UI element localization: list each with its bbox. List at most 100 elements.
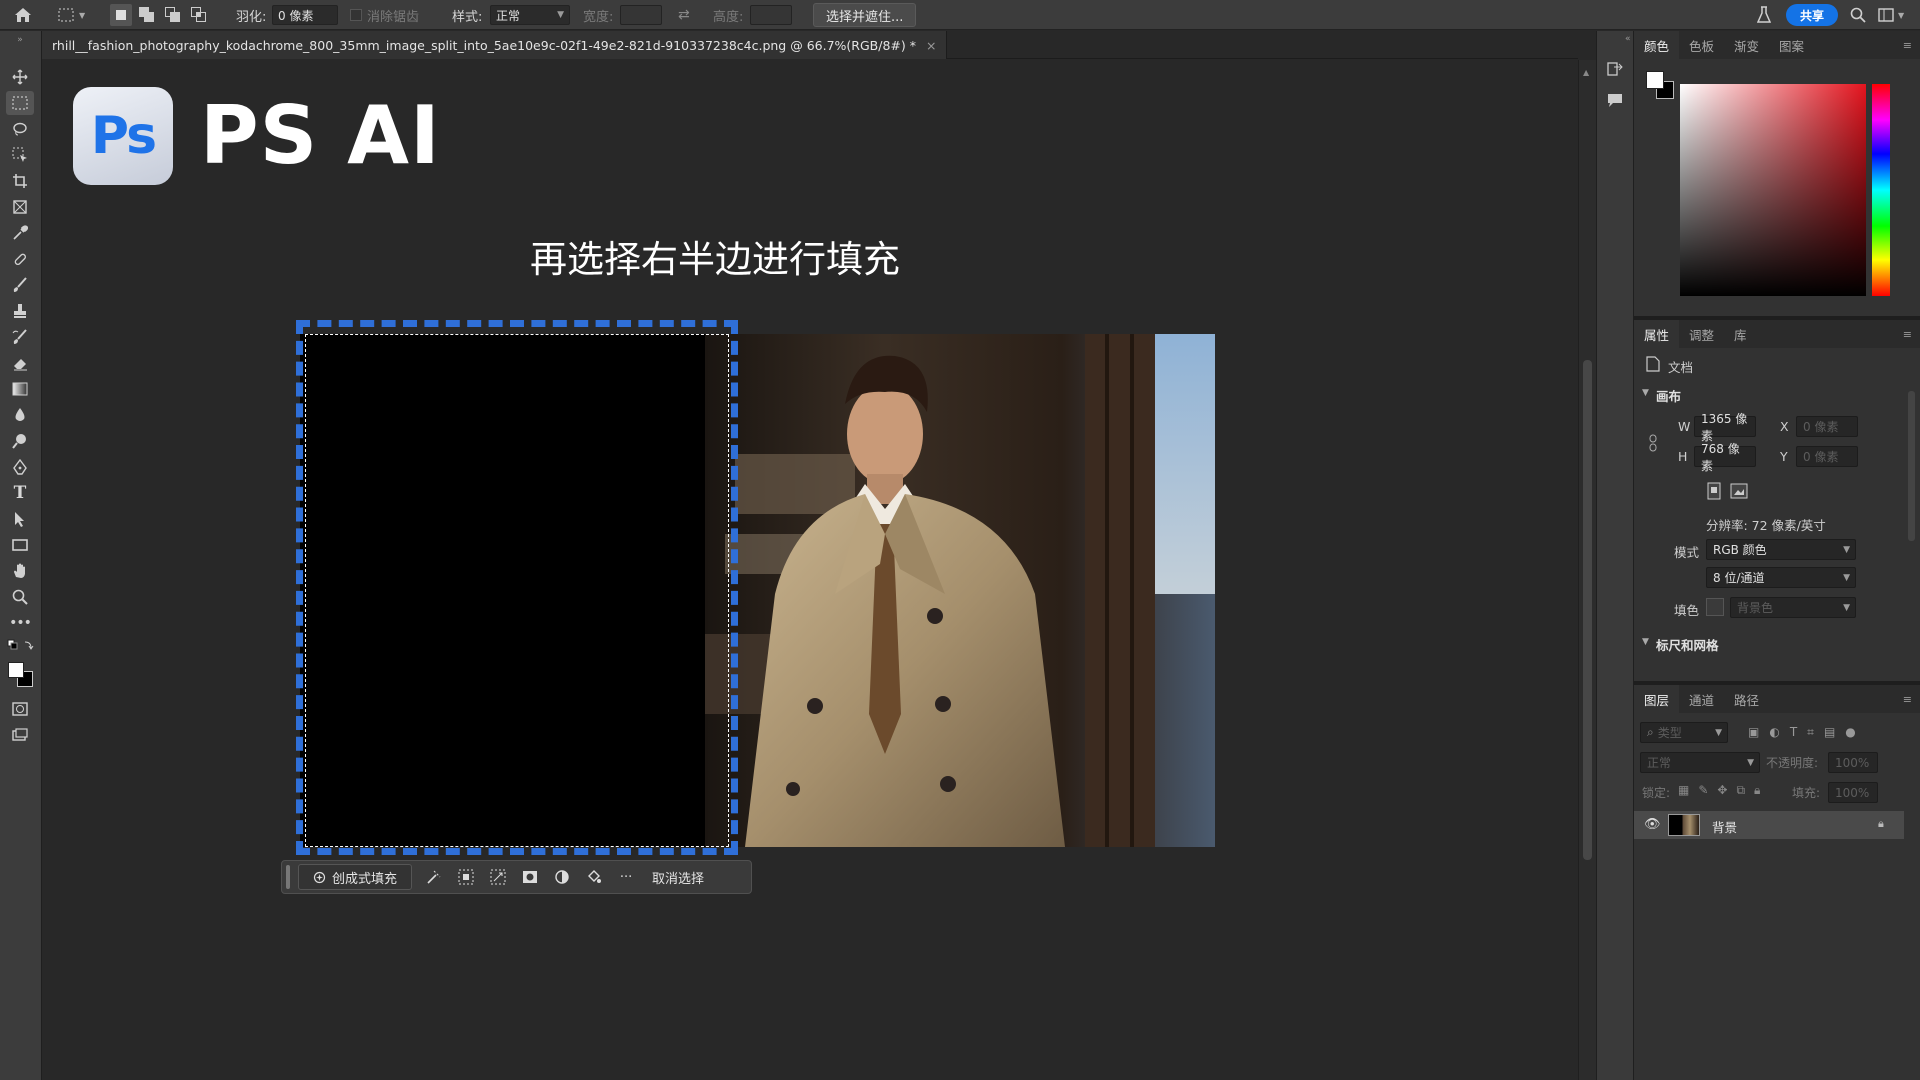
fill-opacity-input[interactable]: 100% [1828, 782, 1878, 803]
swap-dimensions-icon[interactable]: ⇄ [678, 0, 690, 30]
layer-filter-select[interactable]: ⌕ 类型 ▼ [1640, 722, 1728, 743]
tab-swatches[interactable]: 色板 [1679, 31, 1724, 59]
bit-depth-select[interactable]: 8 位/通道 ▼ [1706, 567, 1856, 588]
more-options-icon[interactable]: ··· [610, 862, 642, 892]
workspace-icon[interactable]: ▼ [1878, 0, 1904, 30]
blur-tool-icon[interactable] [6, 403, 34, 427]
filter-toggle-icon[interactable]: ● [1845, 725, 1855, 740]
tab-properties[interactable]: 属性 [1634, 320, 1680, 348]
modify-selection-icon[interactable] [418, 862, 450, 892]
hand-tool-icon[interactable] [6, 559, 34, 583]
crop-tool-icon[interactable] [6, 169, 34, 193]
width-input[interactable] [620, 5, 662, 25]
add-selection-icon[interactable] [136, 4, 158, 26]
default-colors-icon[interactable] [6, 637, 34, 655]
tab-layers[interactable]: 图层 [1634, 685, 1680, 713]
style-select[interactable]: 正常 ▼ [490, 5, 570, 25]
frame-tool-icon[interactable] [6, 195, 34, 219]
comments-panel-icon[interactable] [1606, 91, 1624, 113]
beaker-icon[interactable] [1757, 0, 1771, 30]
layer-row-background[interactable]: 👁︎ 背景 🔒︎ [1634, 811, 1904, 839]
chevron-down-icon[interactable]: ▼ [1642, 637, 1649, 647]
more-tools-icon[interactable]: ••• [6, 611, 34, 635]
home-button[interactable] [14, 0, 32, 30]
share-button[interactable]: 共享 [1786, 4, 1839, 26]
history-panel-icon[interactable] [1606, 61, 1624, 83]
type-filter-icon[interactable]: T [1790, 725, 1797, 740]
color-mode-select[interactable]: RGB 颜色 ▼ [1706, 539, 1856, 560]
tab-paths[interactable]: 路径 [1724, 685, 1769, 713]
lock-image-icon[interactable]: ✎ [1698, 783, 1708, 798]
lock-all-icon[interactable]: 🔒︎ [1754, 783, 1760, 798]
clone-stamp-tool-icon[interactable] [6, 299, 34, 323]
quick-mask-icon[interactable] [6, 697, 34, 721]
history-brush-tool-icon[interactable] [6, 325, 34, 349]
color-swatches[interactable] [1646, 71, 1676, 101]
eyedropper-tool-icon[interactable] [6, 221, 34, 245]
search-icon[interactable] [1850, 0, 1866, 30]
shape-filter-icon[interactable]: ⌗ [1807, 725, 1814, 740]
panel-menu-icon[interactable]: ≡ [1903, 693, 1912, 706]
smart-object-filter-icon[interactable]: ▤ [1824, 725, 1835, 740]
fill-color-swatch[interactable] [1706, 598, 1724, 616]
generative-fill-button[interactable]: 创成式填充 [298, 864, 413, 890]
adjustment-layer-icon[interactable] [546, 862, 578, 892]
healing-brush-tool-icon[interactable] [6, 247, 34, 271]
subtract-selection-icon[interactable] [162, 4, 184, 26]
pen-tool-icon[interactable] [6, 455, 34, 479]
rectangle-marquee-tool-icon[interactable] [6, 91, 34, 115]
type-tool-icon[interactable]: T [6, 481, 34, 505]
canvas-x-input[interactable]: 0 像素 [1796, 416, 1858, 437]
canvas-section-title[interactable]: 画布 [1656, 386, 1681, 405]
gradient-tool-icon[interactable] [6, 377, 34, 401]
antialias-checkbox[interactable]: 消除锯齿 [350, 0, 419, 30]
tab-patterns[interactable]: 图案 [1769, 31, 1814, 59]
eraser-tool-icon[interactable] [6, 351, 34, 375]
lock-position-icon[interactable]: ✥ [1717, 783, 1727, 798]
intersect-selection-icon[interactable] [188, 4, 210, 26]
tab-libraries[interactable]: 库 [1724, 320, 1757, 348]
collapse-toolbar-icon[interactable]: » [6, 35, 34, 45]
pixel-filter-icon[interactable]: ▣ [1748, 725, 1759, 740]
select-and-mask-button[interactable]: 选择并遮住... [813, 3, 917, 27]
marquee-tool-preset[interactable]: ▼ [58, 0, 85, 30]
canvas-y-input[interactable]: 0 像素 [1796, 446, 1858, 467]
properties-scrollbar[interactable] [1908, 391, 1915, 541]
panel-menu-icon[interactable]: ≡ [1903, 328, 1912, 341]
color-picker-field[interactable] [1680, 84, 1866, 296]
tab-color[interactable]: 颜色 [1634, 31, 1680, 59]
document-tab[interactable]: rhill__fashion_photography_kodachrome_80… [42, 31, 948, 59]
object-selection-tool-icon[interactable] [6, 143, 34, 167]
opacity-input[interactable]: 100% [1828, 752, 1878, 773]
panel-menu-icon[interactable]: ≡ [1903, 39, 1912, 52]
rectangle-tool-icon[interactable] [6, 533, 34, 557]
canvas-height-input[interactable]: 768 像素 [1694, 442, 1756, 473]
tab-adjustments[interactable]: 调整 [1679, 320, 1724, 348]
canvas-width-input[interactable]: 1365 像素 [1694, 412, 1756, 443]
drag-handle[interactable] [286, 865, 290, 889]
transform-selection-icon[interactable] [482, 862, 514, 892]
scrollbar-thumb[interactable] [1583, 360, 1592, 860]
fill-select[interactable]: 背景色 ▼ [1730, 597, 1856, 618]
new-selection-icon[interactable] [110, 4, 132, 26]
link-icon[interactable] [1648, 434, 1658, 456]
adjustment-filter-icon[interactable]: ◐ [1769, 725, 1779, 740]
path-selection-tool-icon[interactable] [6, 507, 34, 531]
tab-gradients[interactable]: 渐变 [1724, 31, 1769, 59]
lock-artboard-icon[interactable]: ⧉ [1736, 783, 1745, 798]
scroll-up-icon[interactable]: ▲ [1583, 68, 1589, 77]
screen-mode-icon[interactable] [6, 723, 34, 747]
brush-tool-icon[interactable] [6, 273, 34, 297]
landscape-orientation-icon[interactable] [1730, 482, 1748, 504]
height-input[interactable] [750, 5, 792, 25]
visibility-eye-icon[interactable]: 👁︎ [1644, 817, 1661, 832]
tab-channels[interactable]: 通道 [1679, 685, 1724, 713]
create-mask-icon[interactable] [514, 862, 546, 892]
select-subject-icon[interactable] [450, 862, 482, 892]
blend-mode-select[interactable]: 正常 ▼ [1640, 752, 1760, 773]
fill-selection-icon[interactable] [578, 862, 610, 892]
collapse-panels-icon[interactable]: « [1625, 34, 1631, 44]
move-tool-icon[interactable] [6, 65, 34, 89]
chevron-down-icon[interactable]: ▼ [1642, 388, 1649, 398]
zoom-tool-icon[interactable] [6, 585, 34, 609]
